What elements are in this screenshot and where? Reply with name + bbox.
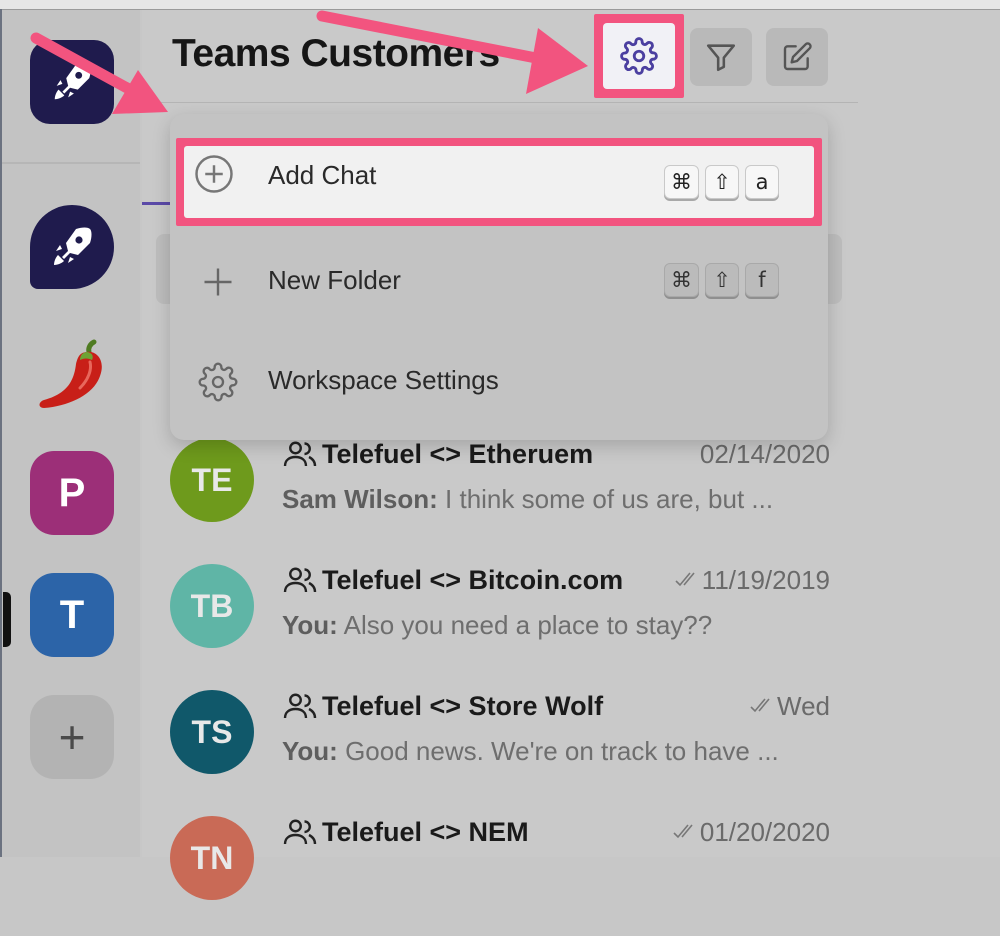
group-icon bbox=[283, 567, 317, 593]
chat-sender: You: bbox=[282, 736, 338, 766]
double-check-icon bbox=[675, 572, 695, 587]
chat-preview: You: Also you need a place to stay?? bbox=[282, 610, 830, 641]
active-tab-indicator bbox=[142, 202, 172, 205]
chat-preview: You: Good news. We're on track to have .… bbox=[282, 736, 830, 767]
shortcut-keys: ⌘ ⇧ f bbox=[664, 263, 779, 297]
shortcut-key: ⇧ bbox=[705, 165, 739, 199]
shortcut-key: ⌘ bbox=[664, 263, 699, 297]
shortcut-keys: ⌘ ⇧ a bbox=[664, 165, 779, 199]
group-icon bbox=[283, 441, 317, 467]
settings-dropdown-menu: Add Chat ⌘ ⇧ a New Folder ⌘ ⇧ f Workspac… bbox=[170, 114, 828, 440]
shortcut-key: ⌘ bbox=[664, 165, 699, 199]
chat-message: Also you need a place to stay?? bbox=[337, 610, 713, 640]
menu-item-label: New Folder bbox=[268, 264, 401, 295]
group-icon bbox=[283, 693, 317, 719]
chat-sender: You: bbox=[282, 610, 338, 640]
workspace-p-label: P bbox=[58, 470, 86, 515]
add-workspace-label: + bbox=[58, 711, 86, 763]
chat-list-item[interactable]: TS Telefuel <> Store Wolf Wed You: Good … bbox=[170, 690, 830, 810]
chat-date: Wed bbox=[777, 690, 830, 721]
add-workspace-button[interactable]: + bbox=[30, 695, 114, 779]
shortcut-key: ⇧ bbox=[705, 263, 739, 297]
active-workspace-indicator bbox=[3, 592, 11, 647]
plus-icon bbox=[196, 260, 240, 304]
chat-date: 02/14/2020 bbox=[699, 438, 830, 469]
chat-message: I think some of us are, but ... bbox=[437, 484, 774, 514]
workspace-t-label: T bbox=[59, 592, 85, 637]
header-divider bbox=[142, 102, 858, 103]
group-icon bbox=[283, 819, 317, 845]
chat-sender: Sam Wilson: bbox=[282, 484, 438, 514]
workspace-chili[interactable] bbox=[30, 328, 114, 412]
filter-icon bbox=[706, 44, 736, 72]
search-bar-edge-right bbox=[828, 234, 842, 304]
menu-item-workspace-settings[interactable]: Workspace Settings bbox=[170, 338, 828, 422]
shortcut-key: a bbox=[745, 165, 779, 199]
plus-circle-icon bbox=[192, 152, 236, 196]
avatar: TS bbox=[170, 690, 254, 774]
avatar-initials: TE bbox=[191, 461, 233, 498]
menu-item-add-chat[interactable]: Add Chat ⌘ ⇧ a bbox=[176, 138, 822, 226]
chili-pepper-icon bbox=[39, 339, 102, 408]
annotation-arrow-left bbox=[30, 32, 168, 114]
avatar-initials: TN bbox=[190, 839, 234, 876]
rail-divider bbox=[2, 162, 140, 164]
chat-preview: Sam Wilson: I think some of us are, but … bbox=[282, 484, 830, 515]
avatar: TE bbox=[170, 438, 254, 522]
chat-list-item[interactable]: TB Telefuel <> Bitcoin.com 11/19/2019 Yo… bbox=[170, 564, 830, 684]
avatar-initials: TS bbox=[191, 713, 233, 750]
chat-date: 11/19/2019 bbox=[701, 564, 830, 595]
chat-date: 01/20/2020 bbox=[699, 816, 830, 847]
menu-item-label: Add Chat bbox=[268, 160, 377, 190]
workspace-t[interactable]: T bbox=[30, 573, 114, 657]
chat-list-item[interactable]: TN Telefuel <> NEM 01/20/2020 bbox=[170, 816, 830, 936]
rocket-icon bbox=[54, 227, 92, 265]
annotation-arrow-top bbox=[316, 10, 588, 94]
compose-icon bbox=[783, 42, 812, 71]
double-check-icon bbox=[673, 824, 693, 839]
menu-item-new-folder[interactable]: New Folder ⌘ ⇧ f bbox=[170, 238, 828, 322]
chat-name: Telefuel <> NEM bbox=[322, 816, 529, 847]
avatar: TN bbox=[170, 816, 254, 900]
workspace-p[interactable]: P bbox=[30, 451, 114, 535]
menu-item-label: Workspace Settings bbox=[268, 364, 499, 395]
gear-icon bbox=[620, 37, 658, 75]
workspace-telefuel[interactable] bbox=[30, 205, 114, 289]
double-check-icon bbox=[750, 698, 770, 713]
filter-button[interactable] bbox=[690, 28, 752, 86]
avatar-initials: TB bbox=[190, 587, 234, 624]
chat-name: Telefuel <> Bitcoin.com bbox=[322, 564, 624, 595]
chat-name: Telefuel <> Store Wolf bbox=[322, 690, 604, 721]
chat-name: Telefuel <> Etheruem bbox=[322, 438, 594, 469]
compose-button[interactable] bbox=[766, 28, 828, 86]
shortcut-key: f bbox=[745, 263, 779, 297]
settings-button[interactable] bbox=[594, 14, 684, 98]
avatar: TB bbox=[170, 564, 254, 648]
chat-message: Good news. We're on track to have ... bbox=[337, 736, 779, 766]
chat-list-item[interactable]: TE Telefuel <> Etheruem 02/14/2020 Sam W… bbox=[170, 438, 830, 558]
gear-icon bbox=[196, 360, 240, 404]
